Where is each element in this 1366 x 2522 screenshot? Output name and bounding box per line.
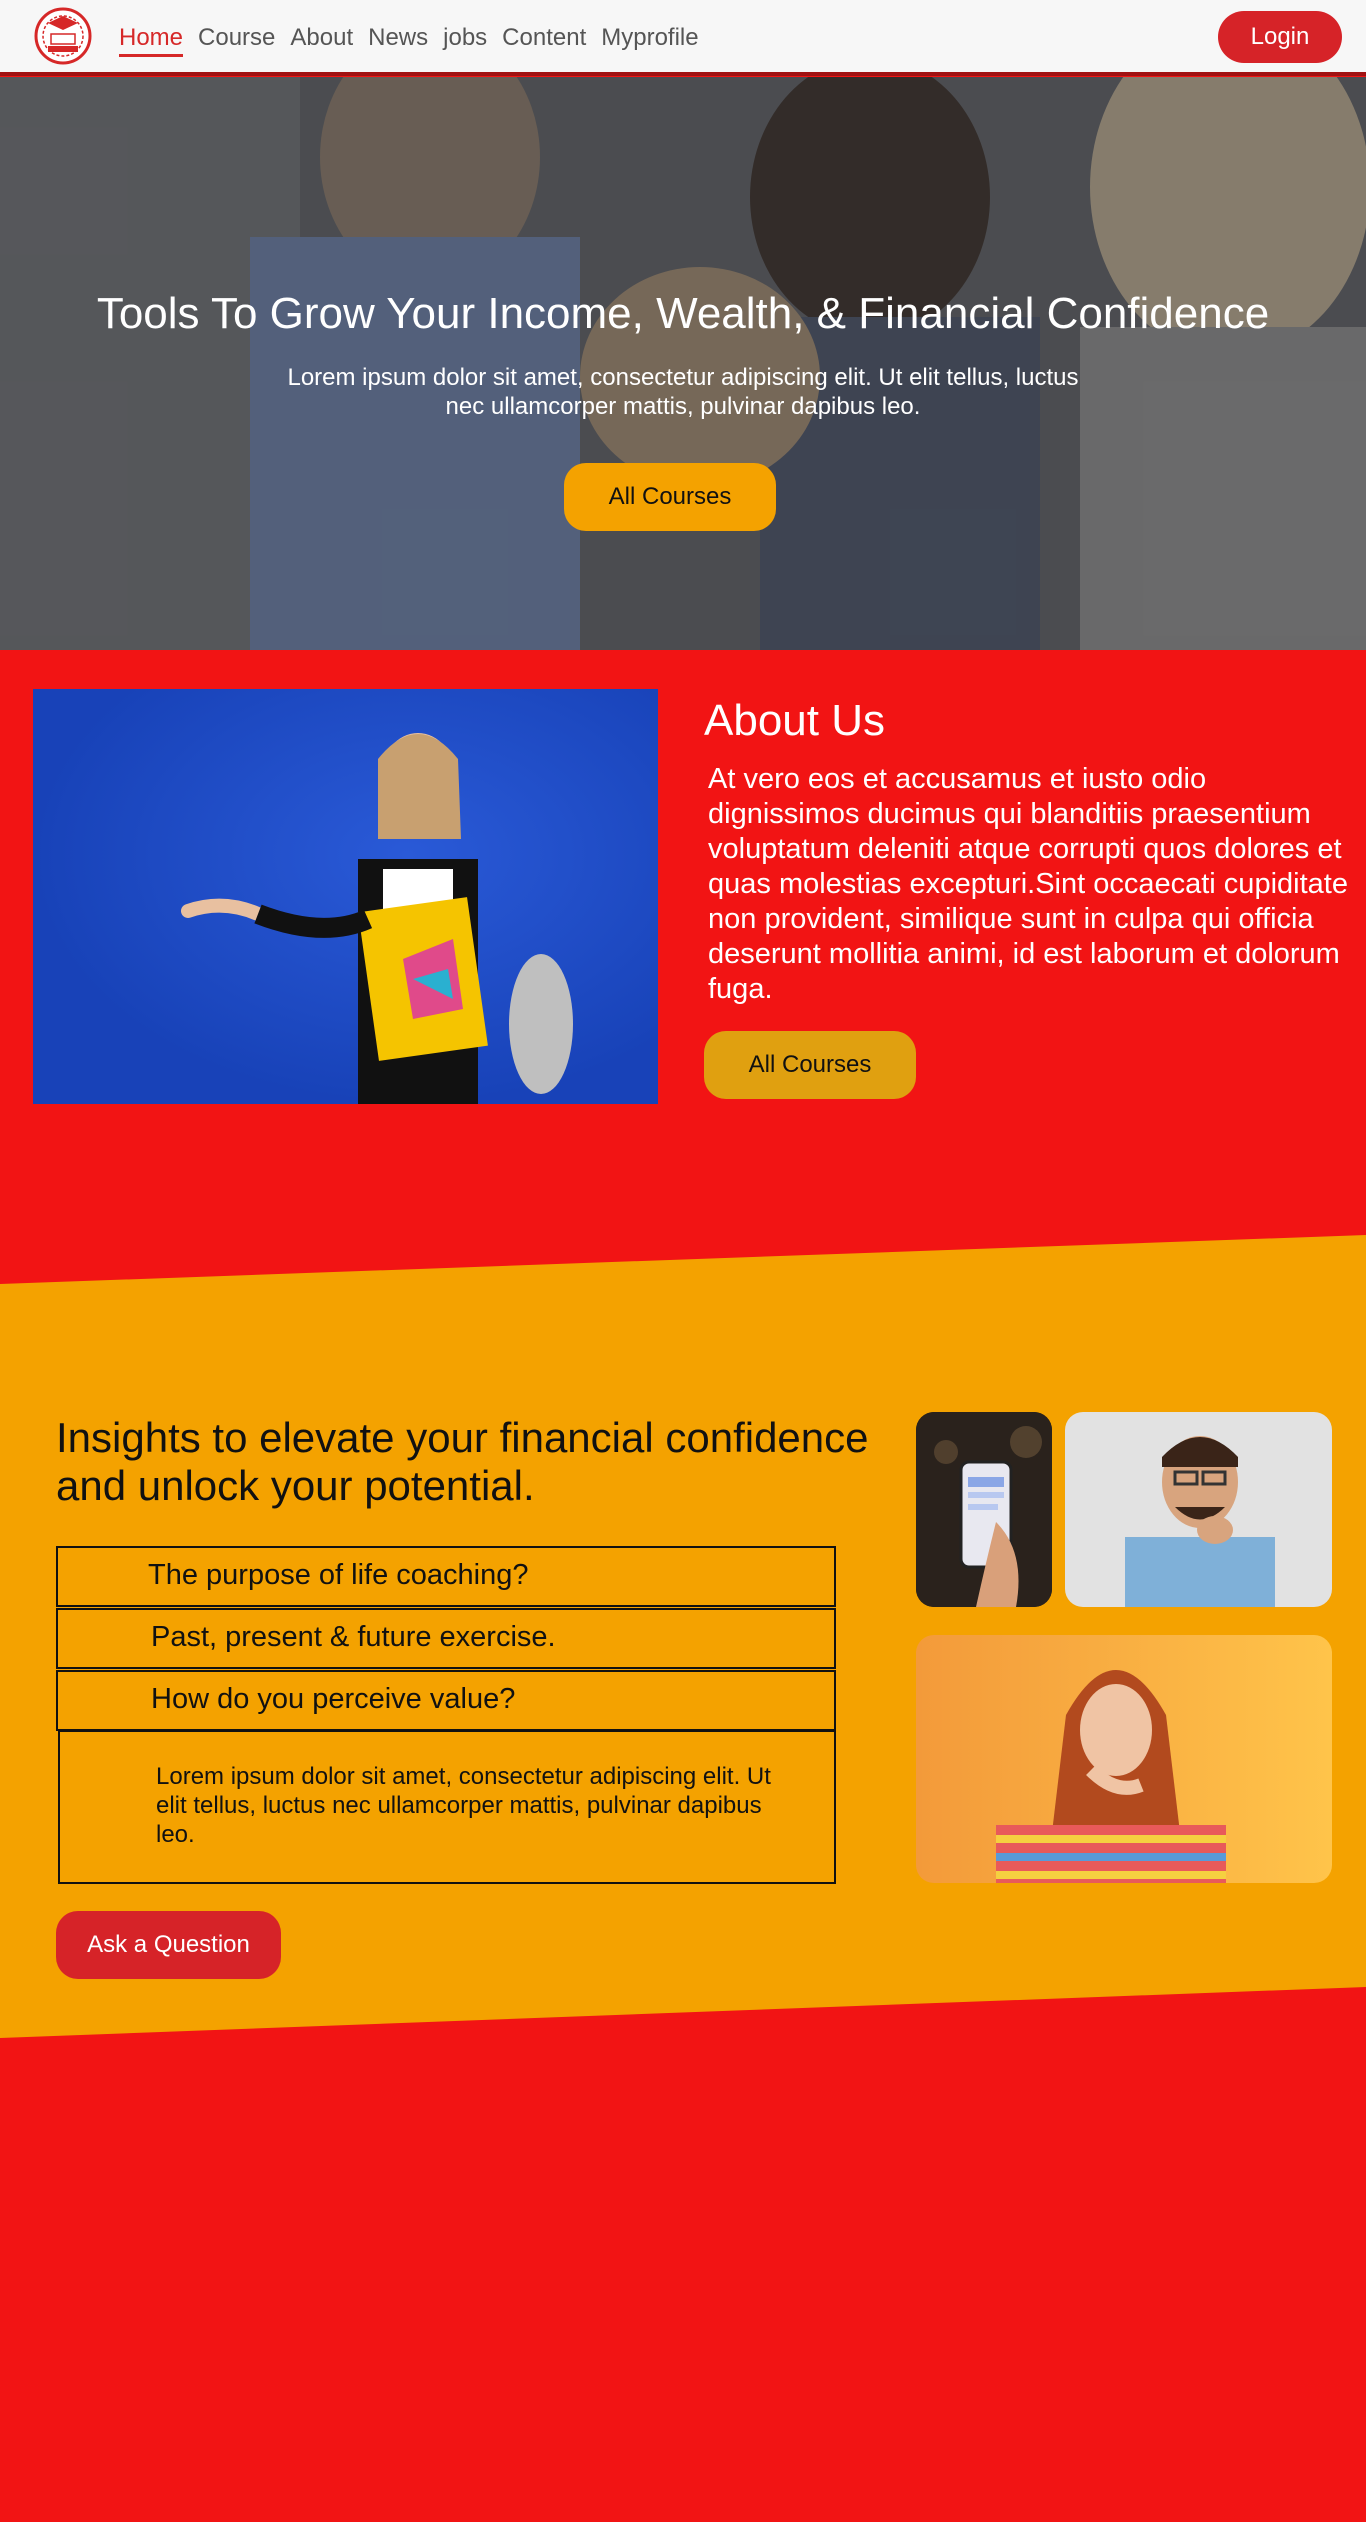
about-title: About Us	[704, 696, 885, 745]
accordion-answer: Lorem ipsum dolor sit amet, consectetur …	[58, 1730, 836, 1884]
logo[interactable]	[28, 6, 98, 66]
accordion-label: The purpose of life coaching?	[148, 1559, 529, 1591]
hero-subtitle: Lorem ipsum dolor sit amet, consectetur …	[287, 364, 1079, 420]
accordion-item-purpose[interactable]: The purpose of life coaching?	[56, 1546, 836, 1607]
nav-course[interactable]: Course	[198, 24, 275, 57]
nav-content[interactable]: Content	[502, 24, 586, 57]
all-courses-button[interactable]: All Courses	[564, 463, 776, 531]
hero-section: Tools To Grow Your Income, Wealth, & Fin…	[0, 77, 1366, 650]
accordion-label: How do you perceive value?	[151, 1683, 516, 1715]
accordion-item-value[interactable]: How do you perceive value?	[56, 1670, 836, 1731]
nav-jobs[interactable]: jobs	[443, 24, 487, 57]
nav-about[interactable]: About	[290, 24, 353, 57]
ask-question-button[interactable]: Ask a Question	[56, 1911, 281, 1979]
thinking-man-image	[1065, 1412, 1332, 1607]
nav-links: Home Course About News jobs Content Mypr…	[119, 24, 699, 57]
phone-hand-image	[916, 1412, 1052, 1607]
about-all-courses-button[interactable]: All Courses	[704, 1031, 916, 1099]
accordion-answer-text: Lorem ipsum dolor sit amet, consectetur …	[156, 1763, 771, 1848]
nav-news[interactable]: News	[368, 24, 428, 57]
insights-title: Insights to elevate your financial confi…	[56, 1414, 869, 1509]
login-button[interactable]: Login	[1218, 11, 1342, 63]
nav-myprofile[interactable]: Myprofile	[601, 24, 698, 57]
about-text: At vero eos et accusamus et iusto odio d…	[708, 763, 1348, 1005]
accordion-item-exercise[interactable]: Past, present & future exercise.	[56, 1608, 836, 1669]
nav-home[interactable]: Home	[119, 24, 184, 57]
hero-title: Tools To Grow Your Income, Wealth, & Fin…	[96, 289, 1270, 338]
about-image	[33, 689, 658, 1104]
thinking-woman-image	[916, 1635, 1332, 1883]
accordion-label: Past, present & future exercise.	[151, 1621, 556, 1653]
navbar: Home Course About News jobs Content Mypr…	[0, 0, 1366, 76]
